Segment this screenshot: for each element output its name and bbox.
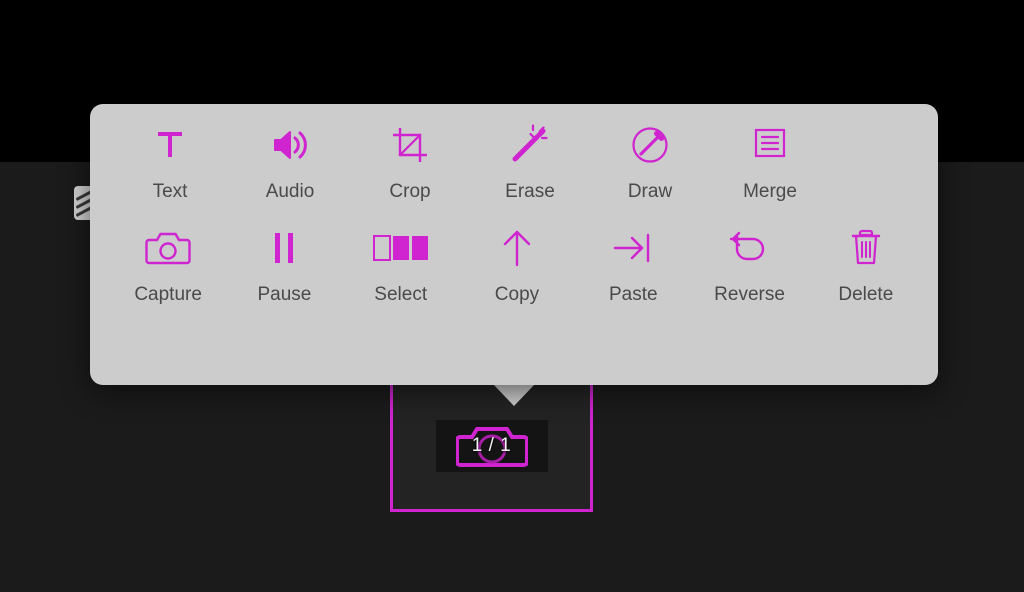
audio-speaker-icon — [230, 120, 350, 170]
tool-pause[interactable]: Pause — [226, 223, 342, 304]
tool-audio[interactable]: Audio — [230, 120, 350, 201]
magic-wand-erase-icon — [470, 120, 590, 170]
popover-tail — [493, 384, 535, 406]
tool-delete[interactable]: Delete — [808, 223, 924, 304]
editing-tools-popover: Text Audio Crop Erase Draw Merge Capture… — [90, 104, 938, 385]
merge-document-icon — [710, 120, 830, 170]
tool-row-2: Capture Pause Select Copy Paste Reverse … — [104, 223, 924, 304]
arrow-undo-reverse-icon — [691, 223, 807, 273]
selected-clip-frame[interactable]: 1 / 1 — [390, 380, 593, 512]
tool-reverse[interactable]: Reverse — [691, 223, 807, 304]
pause-icon — [226, 223, 342, 273]
tool-select[interactable]: Select — [343, 223, 459, 304]
tool-row-1: Text Audio Crop Erase Draw Merge — [104, 120, 924, 201]
tool-label: Capture — [134, 284, 202, 305]
tool-label: Reverse — [714, 284, 785, 305]
crop-icon — [350, 120, 470, 170]
draw-pencil-circle-icon — [590, 120, 710, 170]
tool-label: Select — [374, 284, 428, 305]
arrow-up-copy-icon — [459, 223, 575, 273]
app-canvas: 1 / 1 Text Audio Crop Erase Draw Merge C… — [0, 0, 1024, 592]
tool-copy[interactable]: Copy — [459, 223, 575, 304]
camera-capture-icon — [110, 223, 226, 273]
clip-thumbnail[interactable]: 1 / 1 — [435, 420, 548, 472]
tool-capture[interactable]: Capture — [110, 223, 226, 304]
clip-inner-area: 1 / 1 — [393, 383, 590, 509]
tool-label: Pause — [257, 284, 312, 305]
tool-crop[interactable]: Crop — [350, 120, 470, 201]
tool-label: Delete — [838, 284, 894, 305]
trash-delete-icon — [808, 223, 924, 273]
tool-label: Crop — [389, 181, 431, 202]
select-frames-icon — [343, 223, 459, 273]
tool-label: Erase — [505, 181, 555, 202]
tool-paste[interactable]: Paste — [575, 223, 691, 304]
tool-text[interactable]: Text — [110, 120, 230, 201]
tool-label: Copy — [494, 284, 540, 305]
tool-merge[interactable]: Merge — [710, 120, 830, 201]
tool-erase[interactable]: Erase — [470, 120, 590, 201]
tool-draw[interactable]: Draw — [590, 120, 710, 201]
tool-label: Draw — [627, 181, 673, 202]
tool-label: Paste — [608, 284, 658, 305]
tool-label: Audio — [265, 181, 315, 202]
text-icon — [110, 120, 230, 170]
tool-label: Merge — [743, 181, 797, 202]
clip-count-label: 1 / 1 — [471, 435, 512, 456]
camera-icon: 1 / 1 — [455, 423, 528, 469]
arrow-right-bar-paste-icon — [575, 223, 691, 273]
tool-label: Text — [152, 181, 188, 202]
